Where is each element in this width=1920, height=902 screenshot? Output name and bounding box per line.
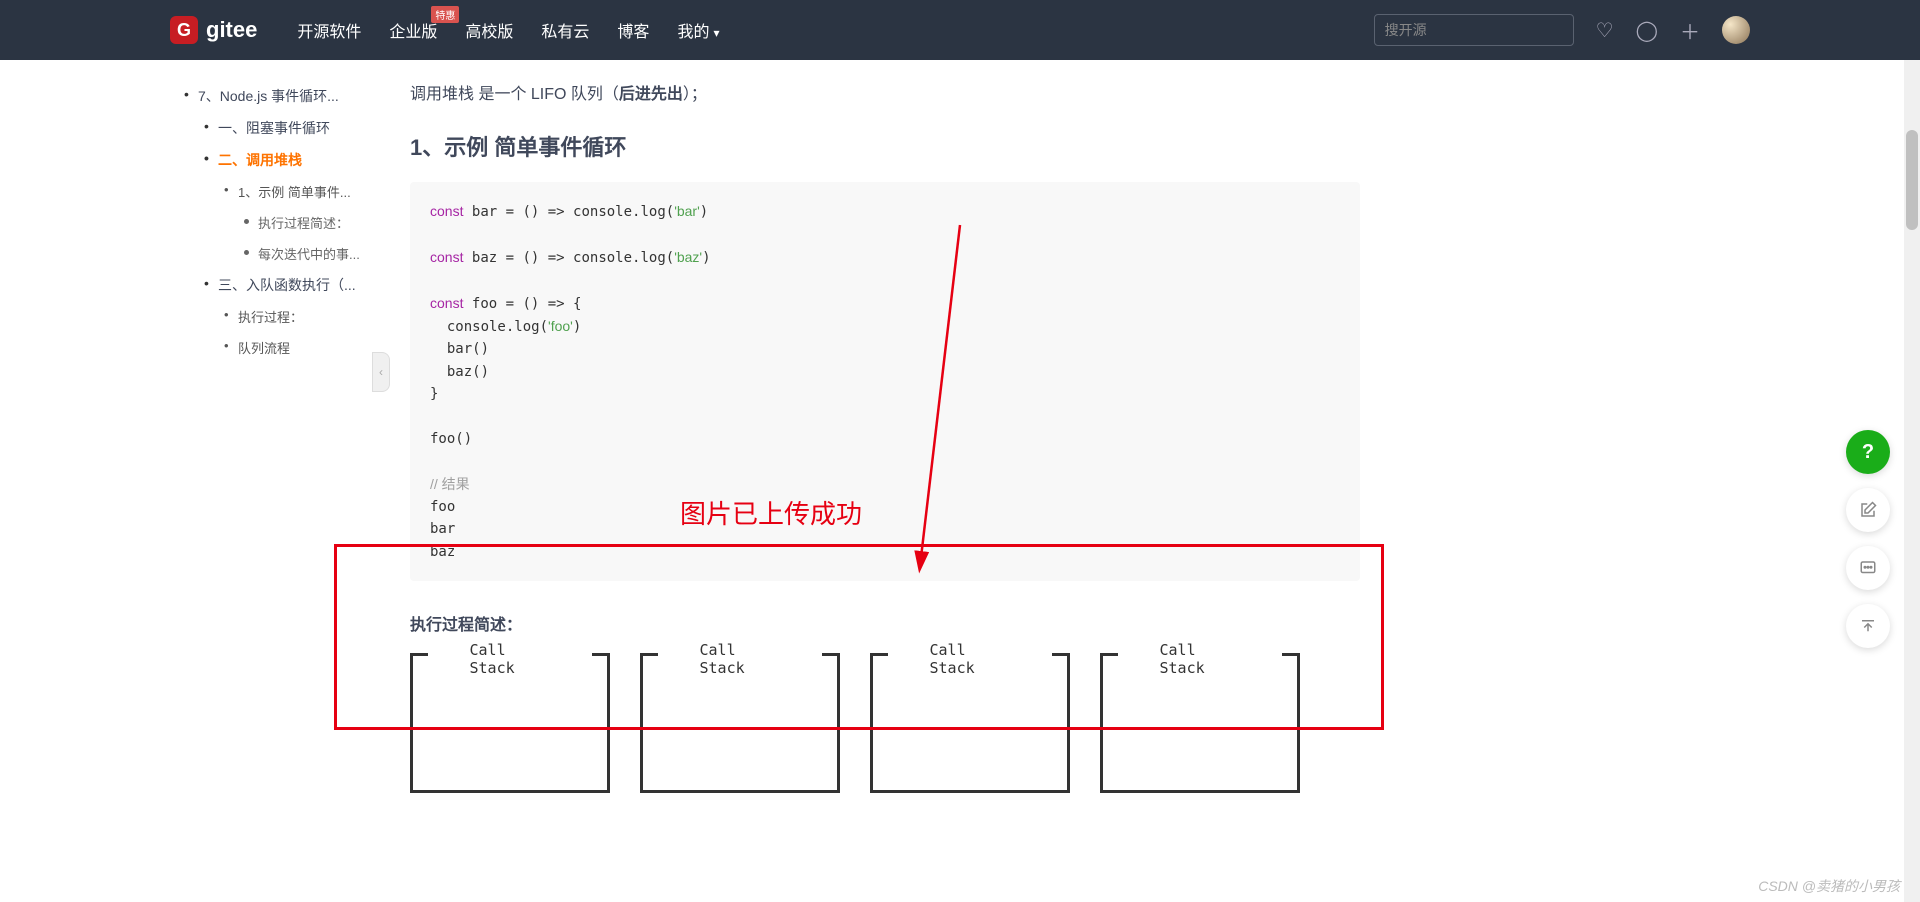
toc-item[interactable]: 一、阻塞事件循环 [180,112,390,144]
header-right: ♡ ◯ ＋ [1374,14,1900,46]
subsection-heading: 执行过程简述： [410,611,1360,635]
toc-item[interactable]: 1、示例 简单事件... [180,176,390,207]
nav-badge: 特惠 [431,6,459,23]
floating-actions: ? [1846,430,1890,648]
call-stack-box: Call Stack [640,653,840,793]
nav-private-cloud[interactable]: 私有云 [541,18,589,42]
main-nav: 开源软件 企业版特惠 高校版 私有云 博客 我的 [297,18,719,42]
code-block: const bar = () => console.log('bar') con… [410,182,1360,581]
call-stack-box: Call Stack [410,653,610,793]
plus-icon[interactable]: ＋ [1680,16,1700,45]
nav-open-source[interactable]: 开源软件 [297,18,361,42]
nav-enterprise[interactable]: 企业版特惠 [389,18,437,42]
scroll-top-button[interactable] [1846,604,1890,648]
scrollbar[interactable] [1904,60,1920,902]
toc-item[interactable]: 执行过程： [180,301,390,332]
avatar[interactable] [1722,16,1750,44]
nav-my[interactable]: 我的 [677,18,719,42]
help-button[interactable]: ? [1846,430,1890,474]
logo-icon: G [170,16,198,44]
toc-sidebar: 7、Node.js 事件循环... 一、阻塞事件循环 二、调用堆栈 1、示例 简… [170,60,390,902]
article-content: 调用堆栈 是一个 LIFO 队列（后进先出）； 1、示例 简单事件循环 cons… [390,60,1390,902]
logo-text: gitee [206,17,257,43]
nav-blog[interactable]: 博客 [617,18,649,42]
toc-item[interactable]: 三、入队函数执行（... [180,269,390,301]
comment-button[interactable] [1846,546,1890,590]
intro-text: 调用堆栈 是一个 LIFO 队列（后进先出）； [410,80,1360,104]
toc-item[interactable]: 队列流程 [180,332,390,363]
nav-campus[interactable]: 高校版 [465,18,513,42]
sidebar-collapse-handle[interactable]: ‹ [372,352,390,392]
top-navbar: G gitee 开源软件 企业版特惠 高校版 私有云 博客 我的 ♡ ◯ ＋ [0,0,1920,60]
search-input[interactable] [1374,14,1574,46]
toc-item-active[interactable]: 二、调用堆栈 [180,144,390,176]
page-body: 7、Node.js 事件循环... 一、阻塞事件循环 二、调用堆栈 1、示例 简… [0,60,1920,902]
edit-button[interactable] [1846,488,1890,532]
scrollbar-thumb[interactable] [1906,130,1918,230]
watermark: CSDN @卖猪的小男孩 [1758,876,1900,896]
bulb-icon[interactable]: ◯ [1636,18,1658,43]
call-stack-box: Call Stack [1100,653,1300,793]
toc-item[interactable]: 7、Node.js 事件循环... [180,80,390,112]
toc-item[interactable]: 执行过程简述： [180,207,390,238]
annotation-text: 图片已上传成功 [680,494,862,531]
call-stack-diagram: Call Stack Call Stack Call Stack Call St… [410,653,1360,793]
toc-item[interactable]: 每次迭代中的事... [180,238,390,269]
logo[interactable]: G gitee [170,16,257,44]
section-heading: 1、示例 简单事件循环 [410,130,1360,162]
call-stack-box: Call Stack [870,653,1070,793]
bell-icon[interactable]: ♡ [1596,18,1614,43]
